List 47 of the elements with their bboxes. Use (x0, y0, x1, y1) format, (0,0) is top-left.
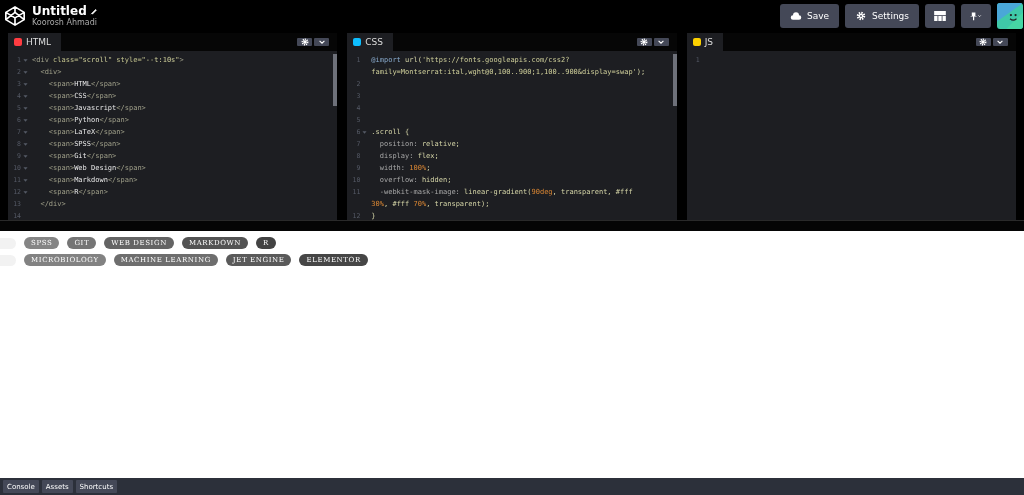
caret-icon (996, 38, 1005, 46)
fold-arrow-icon[interactable] (23, 153, 28, 159)
editor-tab[interactable]: CSS (347, 33, 394, 51)
editor-tab[interactable]: JS (686, 33, 724, 51)
cube-logo-icon[interactable] (4, 4, 26, 27)
fold-arrow-icon[interactable] (23, 81, 28, 87)
layout-button[interactable] (925, 3, 955, 28)
scrollbar[interactable] (333, 54, 338, 106)
pen-title: Untitled (32, 4, 87, 18)
fold-arrow-icon[interactable] (23, 57, 28, 63)
scrollbar[interactable] (672, 54, 677, 106)
settings-button[interactable]: Settings (845, 3, 919, 28)
fold-arrow-icon[interactable] (23, 105, 28, 111)
fold-arrow-icon[interactable] (23, 69, 28, 75)
fold-arrow-icon[interactable] (23, 189, 28, 195)
fold-arrow-icon[interactable] (23, 129, 28, 135)
author-name: Koorosh Ahmadi (32, 18, 98, 27)
caret-icon (317, 38, 326, 46)
save-button[interactable]: Save (780, 3, 840, 28)
pin-icon (970, 10, 982, 21)
settings-icon (979, 38, 988, 46)
settings-icon (640, 38, 649, 46)
layout-icon (934, 10, 946, 21)
fold-arrow-icon[interactable] (23, 141, 28, 147)
fold-arrow-icon[interactable] (362, 129, 368, 135)
language-icon (14, 38, 22, 46)
collapse-button[interactable] (993, 38, 1008, 46)
editor-tab[interactable]: HTML (8, 33, 62, 51)
fold-arrow-icon[interactable] (23, 177, 28, 183)
caret-icon (657, 38, 666, 46)
pencil-icon[interactable] (89, 7, 98, 15)
pin-button[interactable] (961, 3, 991, 28)
collapse-button[interactable] (653, 38, 669, 46)
fold-arrow-icon[interactable] (23, 93, 28, 99)
avatar-icon[interactable] (997, 2, 1023, 29)
settings-button[interactable] (297, 38, 313, 46)
fold-arrow-icon[interactable] (23, 165, 28, 171)
resize-bar[interactable] (0, 220, 1024, 231)
language-icon (353, 38, 362, 46)
language-icon (692, 38, 701, 46)
cloud-icon (790, 10, 802, 21)
settings-icon (855, 10, 868, 21)
settings-button[interactable] (636, 38, 652, 46)
fold-arrow-icon[interactable] (23, 117, 28, 123)
settings-button[interactable] (976, 38, 991, 46)
settings-icon (300, 38, 309, 46)
collapse-button[interactable] (314, 38, 330, 46)
